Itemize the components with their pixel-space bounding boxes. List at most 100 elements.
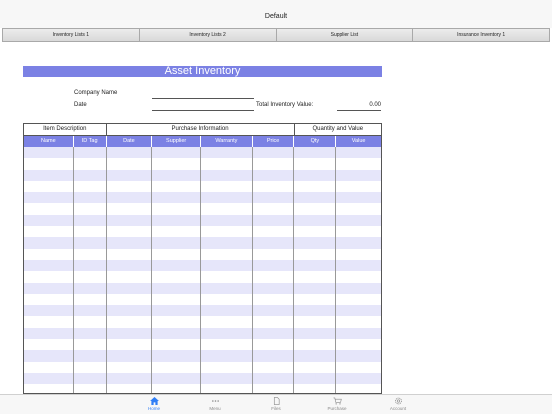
table-cell[interactable] [152, 180, 202, 193]
table-cell[interactable] [74, 350, 107, 362]
table-cell[interactable] [74, 372, 107, 385]
table-cell[interactable] [24, 305, 74, 317]
table-cell[interactable] [74, 316, 107, 328]
table-cell[interactable] [74, 327, 107, 340]
table-cell[interactable] [253, 259, 295, 272]
table-cell[interactable] [201, 169, 253, 181]
table-cell[interactable] [336, 384, 381, 393]
table-cell[interactable] [294, 214, 337, 227]
table-cell[interactable] [253, 372, 295, 385]
table-cell[interactable] [201, 147, 253, 159]
table-cell[interactable] [253, 226, 295, 238]
tab-files[interactable]: Files [246, 395, 307, 414]
table-cell[interactable] [24, 350, 74, 362]
table-cell[interactable] [74, 214, 107, 227]
table-cell[interactable] [24, 384, 74, 393]
table-cell[interactable] [24, 158, 74, 170]
table-cell[interactable] [107, 361, 153, 373]
company-name-field[interactable] [152, 91, 254, 99]
table-cell[interactable] [336, 373, 381, 384]
table-cell[interactable] [336, 305, 381, 316]
table-cell[interactable] [24, 327, 74, 340]
table-cell[interactable] [24, 180, 74, 193]
table-cell[interactable] [201, 305, 253, 317]
table-cell[interactable] [152, 203, 202, 215]
table-cell[interactable] [294, 372, 337, 385]
table-cell[interactable] [152, 339, 202, 351]
table-cell[interactable] [74, 147, 107, 159]
table-cell[interactable] [201, 192, 253, 204]
table-cell[interactable] [107, 237, 153, 249]
table-cell[interactable] [152, 372, 202, 385]
table-cell[interactable] [74, 271, 107, 283]
table-cell[interactable] [294, 361, 337, 373]
table-cell[interactable] [336, 203, 381, 214]
table-cell[interactable] [107, 327, 153, 340]
table-cell[interactable] [152, 259, 202, 272]
table-cell[interactable] [294, 203, 337, 215]
tab-home[interactable]: Home [124, 395, 185, 414]
sheet-tab-supplier-list[interactable]: Supplier List [276, 29, 414, 41]
sheet-tab-insurance-inventory-1[interactable]: Insurance Inventory 1 [413, 29, 549, 41]
table-cell[interactable] [294, 293, 337, 306]
table-cell[interactable] [107, 372, 153, 385]
table-cell[interactable] [201, 293, 253, 306]
table-cell[interactable] [152, 316, 202, 328]
table-cell[interactable] [336, 170, 381, 181]
table-cell[interactable] [107, 214, 153, 227]
table-cell[interactable] [107, 282, 153, 294]
table-cell[interactable] [253, 271, 295, 283]
table-cell[interactable] [253, 282, 295, 294]
table-cell[interactable] [336, 339, 381, 350]
table-cell[interactable] [336, 271, 381, 282]
table-cell[interactable] [24, 339, 74, 351]
table-cell[interactable] [253, 203, 295, 215]
table-cell[interactable] [294, 350, 337, 362]
sheet-tab-inventory-lists-1[interactable]: Inventory Lists 1 [3, 29, 140, 41]
table-cell[interactable] [253, 305, 295, 317]
table-cell[interactable] [336, 226, 381, 237]
table-cell[interactable] [107, 350, 153, 362]
table-cell[interactable] [24, 226, 74, 238]
table-cell[interactable] [201, 271, 253, 283]
table-cell[interactable] [253, 180, 295, 193]
table-cell[interactable] [253, 361, 295, 373]
table-cell[interactable] [74, 282, 107, 294]
table-cell[interactable] [107, 203, 153, 215]
table-cell[interactable] [107, 147, 153, 159]
table-cell[interactable] [201, 259, 253, 272]
table-cell[interactable] [152, 384, 202, 393]
table-cell[interactable] [107, 226, 153, 238]
table-cell[interactable] [336, 350, 381, 361]
table-cell[interactable] [24, 147, 74, 159]
table-cell[interactable] [74, 248, 107, 260]
table-cell[interactable] [107, 293, 153, 306]
table-cell[interactable] [253, 327, 295, 340]
table-cell[interactable] [74, 305, 107, 317]
table-cell[interactable] [152, 158, 202, 170]
table-cell[interactable] [74, 339, 107, 351]
table-cell[interactable] [253, 169, 295, 181]
table-cell[interactable] [107, 248, 153, 260]
table-cell[interactable] [294, 192, 337, 204]
table-cell[interactable] [294, 180, 337, 193]
table-cell[interactable] [201, 372, 253, 385]
table-cell[interactable] [201, 361, 253, 373]
table-cell[interactable] [107, 180, 153, 193]
table-cell[interactable] [24, 282, 74, 294]
table-cell[interactable] [152, 350, 202, 362]
table-cell[interactable] [294, 282, 337, 294]
table-cell[interactable] [24, 248, 74, 260]
table-cell[interactable] [201, 316, 253, 328]
table-cell[interactable] [201, 158, 253, 170]
table-cell[interactable] [294, 147, 337, 159]
table-cell[interactable] [74, 203, 107, 215]
table-cell[interactable] [253, 214, 295, 227]
table-cell[interactable] [74, 158, 107, 170]
table-cell[interactable] [336, 294, 381, 305]
table-cell[interactable] [294, 226, 337, 238]
table-cell[interactable] [294, 327, 337, 340]
table-cell[interactable] [336, 362, 381, 373]
table-cell[interactable] [201, 248, 253, 260]
table-cell[interactable] [24, 361, 74, 373]
